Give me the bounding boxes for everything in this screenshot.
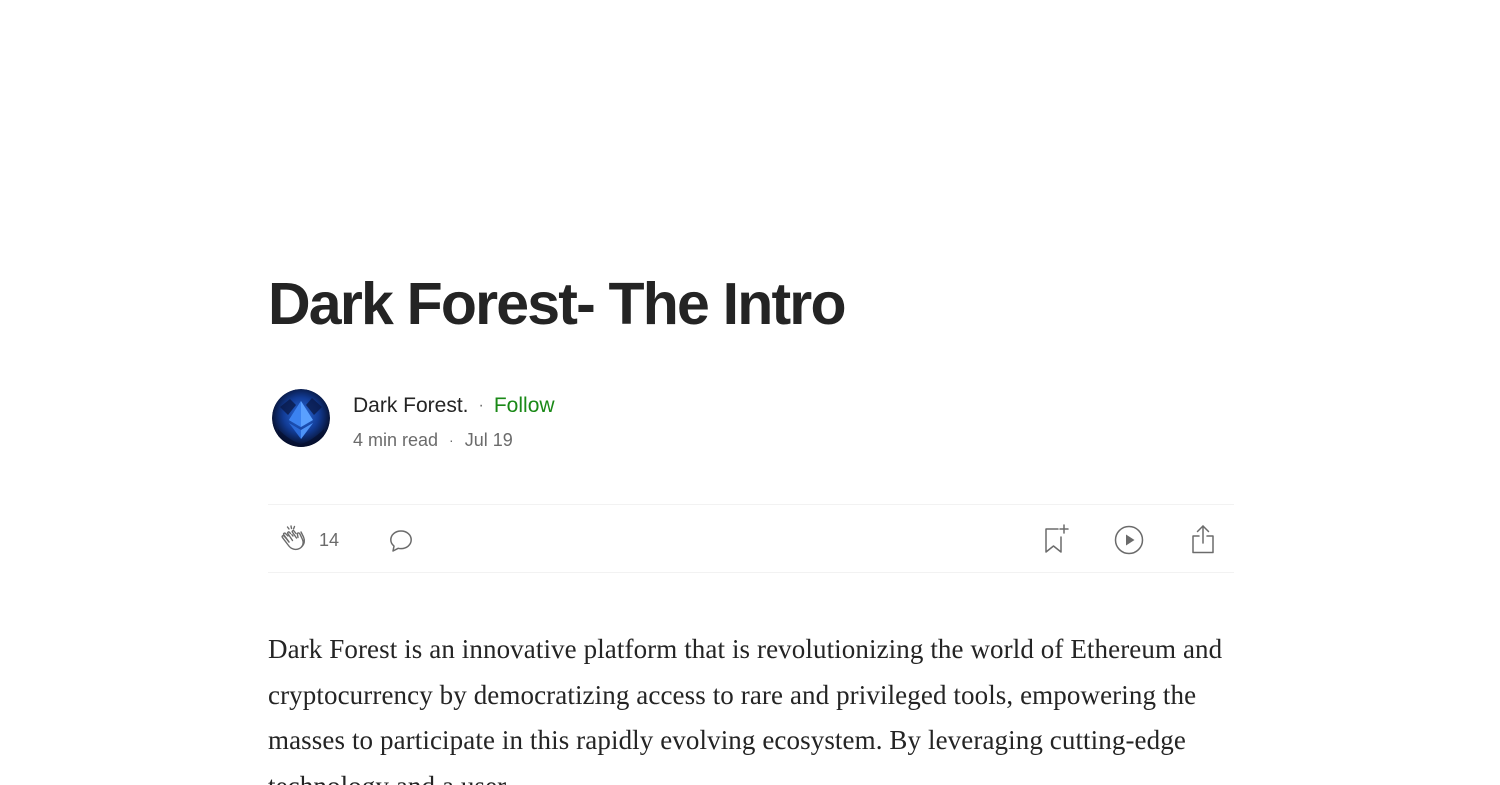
clap-icon <box>281 525 306 551</box>
article-title: Dark Forest- The Intro <box>268 271 847 337</box>
article-action-bar: 14 <box>268 504 1234 573</box>
author-byline: Dark Forest. · Follow 4 min read · Jul 1… <box>268 384 1234 454</box>
article-body-paragraph: Dark Forest is an innovative platform th… <box>268 634 1223 785</box>
bookmark-add-icon <box>1045 524 1069 553</box>
clap-count: 14 <box>319 530 340 550</box>
listen-button[interactable] <box>1112 523 1146 557</box>
read-time: 4 min read <box>353 429 439 450</box>
clap-button[interactable] <box>278 523 312 557</box>
follow-button[interactable]: Follow <box>494 394 555 418</box>
author-name-link[interactable]: Dark Forest. <box>353 394 469 418</box>
comment-button[interactable] <box>386 526 416 556</box>
separator-dot: · <box>449 432 454 448</box>
comment-icon <box>390 530 412 552</box>
author-row: Dark Forest. · Follow <box>353 392 555 420</box>
publish-date: Jul 19 <box>464 429 513 450</box>
author-avatar[interactable] <box>272 389 330 447</box>
listen-play-icon <box>1114 525 1144 555</box>
share-button[interactable] <box>1186 522 1220 556</box>
save-bookmark-button[interactable] <box>1040 522 1070 556</box>
article-meta: 4 min read · Jul 19 <box>353 428 513 452</box>
separator-dot: · <box>478 397 484 414</box>
share-icon <box>1192 525 1214 554</box>
